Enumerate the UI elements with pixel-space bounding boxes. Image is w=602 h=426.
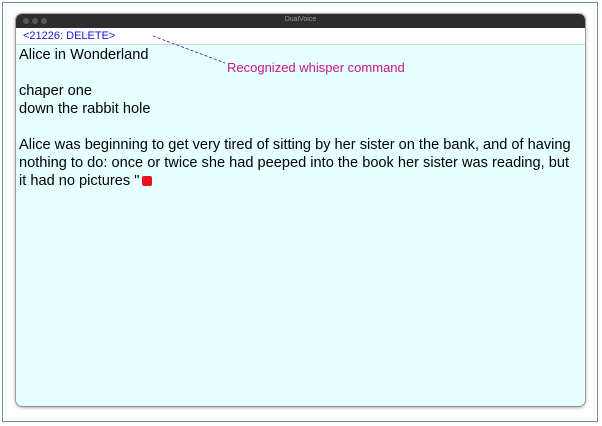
command-bar: <21226: DELETE> bbox=[16, 28, 585, 45]
chapter-subtitle-line: down the rabbit hole bbox=[19, 101, 151, 117]
paragraph-body: Alice was beginning to get very tired of… bbox=[19, 137, 571, 189]
whisper-command-annotation: Recognized whisper command bbox=[227, 60, 405, 75]
recognized-command-label: <21226: DELETE> bbox=[23, 30, 116, 42]
stop-square-icon[interactable] bbox=[142, 176, 153, 186]
chapter-line: chaper one bbox=[19, 83, 93, 99]
title-bar: DualVoice bbox=[16, 14, 585, 28]
paragraph-text: Alice was beginning to get very tired of… bbox=[19, 137, 571, 189]
window-title: DualVoice bbox=[284, 16, 317, 23]
